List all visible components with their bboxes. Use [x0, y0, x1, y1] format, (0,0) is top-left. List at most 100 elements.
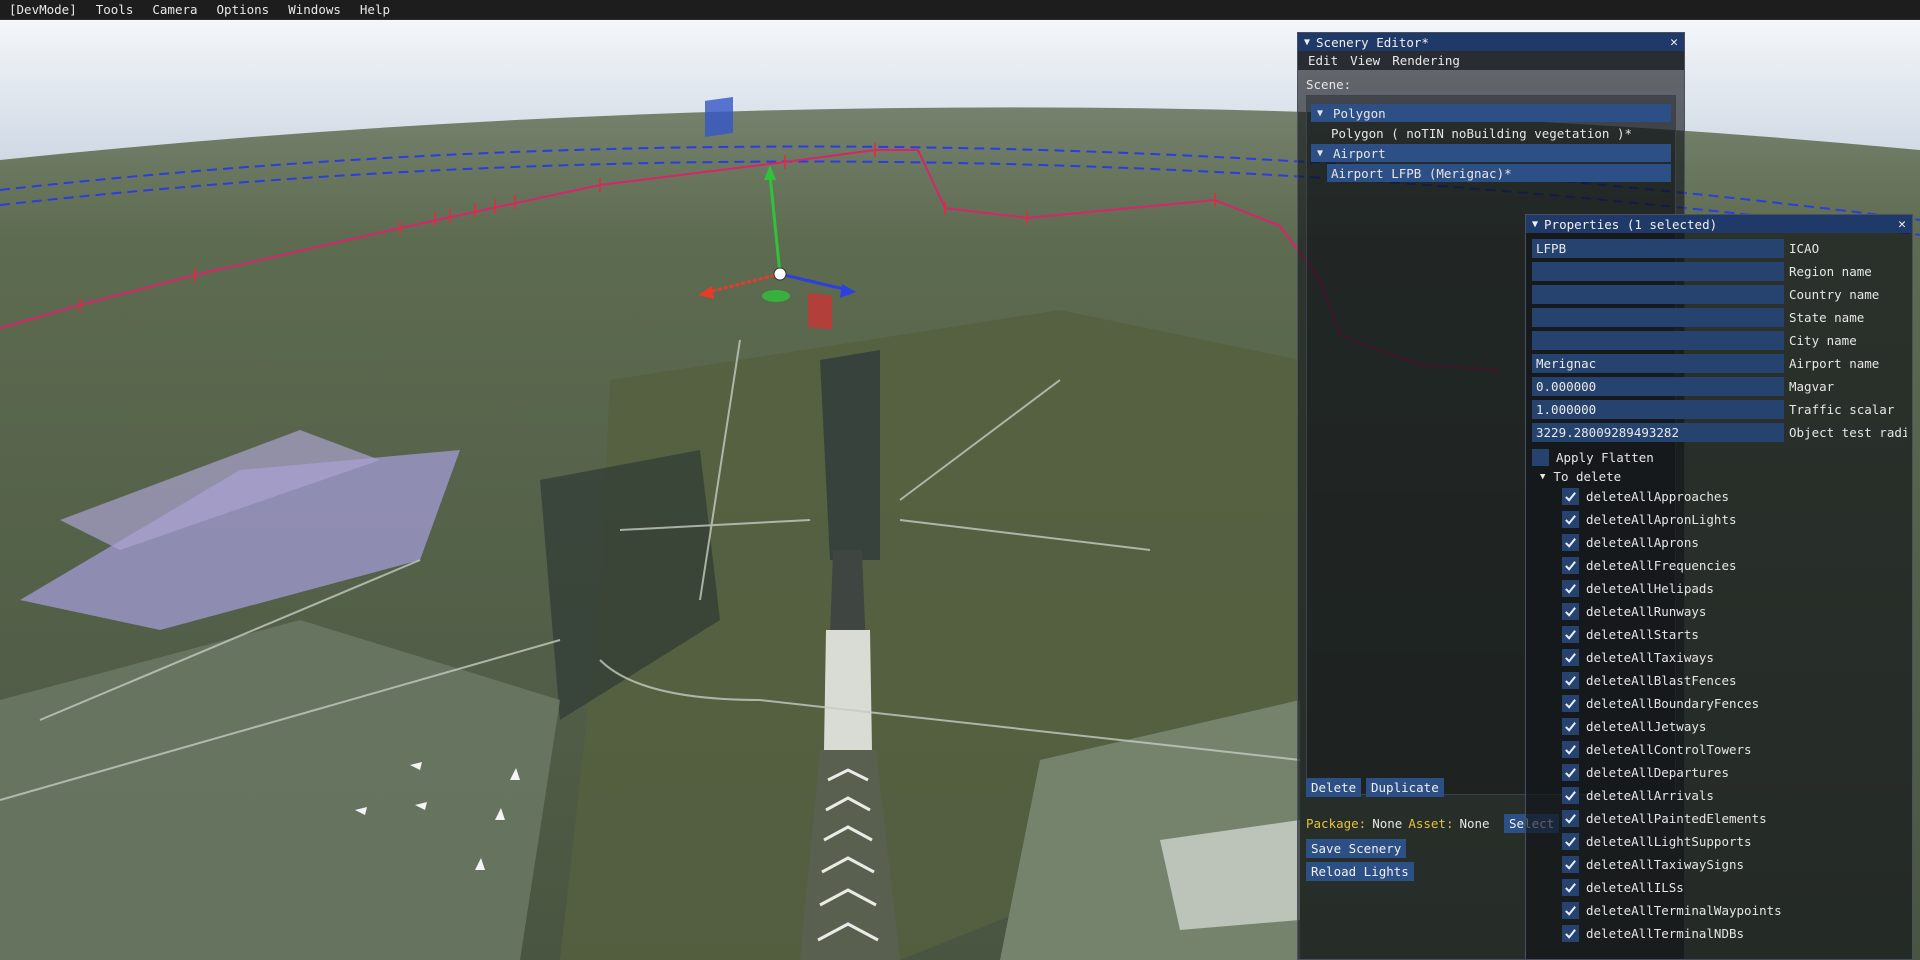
checkmark-icon: [1564, 490, 1577, 503]
checkmark-icon: [1564, 513, 1577, 526]
delete-option-row[interactable]: deleteAllRunways: [1562, 602, 1902, 621]
delete-option-label: deleteAllTerminalNDBs: [1586, 926, 1745, 941]
delete-option-row[interactable]: deleteAllHelipads: [1562, 579, 1902, 598]
delete-option-checkbox[interactable]: [1562, 488, 1579, 505]
property-input[interactable]: 3229.28009289493282: [1532, 423, 1784, 442]
property-input[interactable]: 0.000000: [1532, 377, 1784, 396]
property-input[interactable]: 1.000000: [1532, 400, 1784, 419]
delete-option-checkbox[interactable]: [1562, 925, 1579, 942]
delete-option-row[interactable]: deleteAllJetways: [1562, 717, 1902, 736]
delete-option-checkbox[interactable]: [1562, 764, 1579, 781]
delete-option-row[interactable]: deleteAllLightSupports: [1562, 832, 1902, 851]
menu-camera[interactable]: Camera: [143, 0, 207, 19]
delete-option-checkbox[interactable]: [1562, 902, 1579, 919]
property-input[interactable]: LFPB: [1532, 239, 1784, 258]
menu-help[interactable]: Help: [351, 0, 400, 19]
delete-option-row[interactable]: deleteAllBoundaryFences: [1562, 694, 1902, 713]
delete-option-row[interactable]: deleteAllTerminalWaypoints: [1562, 901, 1902, 920]
menu-edit[interactable]: Edit: [1302, 53, 1344, 68]
collapse-triangle-icon[interactable]: ▼: [1532, 219, 1538, 230]
property-label: Magvar: [1789, 379, 1835, 394]
delete-button[interactable]: Delete: [1306, 778, 1362, 797]
checkmark-icon: [1564, 536, 1577, 549]
delete-option-checkbox[interactable]: [1562, 580, 1579, 597]
menu-windows[interactable]: Windows: [279, 0, 351, 19]
scene-label: Scene:: [1306, 77, 1352, 92]
delete-option-checkbox[interactable]: [1562, 626, 1579, 643]
property-input[interactable]: [1532, 262, 1784, 281]
property-input[interactable]: [1532, 331, 1784, 350]
properties-title: Properties (1 selected): [1544, 216, 1718, 232]
tree-item-airport[interactable]: Airport LFPB (Merignac)*: [1327, 164, 1671, 182]
delete-option-checkbox[interactable]: [1562, 603, 1579, 620]
delete-option-checkbox[interactable]: [1562, 511, 1579, 528]
duplicate-button[interactable]: Duplicate: [1366, 778, 1444, 797]
delete-option-checkbox[interactable]: [1562, 833, 1579, 850]
checkmark-icon: [1564, 881, 1577, 894]
tree-header-polygon[interactable]: ▼ Polygon: [1311, 104, 1671, 122]
checkmark-icon: [1564, 651, 1577, 664]
delete-option-checkbox[interactable]: [1562, 856, 1579, 873]
main-menubar: [DevMode] Tools Camera Options Windows H…: [0, 0, 1920, 20]
delete-option-label: deleteAllDepartures: [1586, 765, 1729, 780]
property-input[interactable]: Merignac: [1532, 354, 1784, 373]
menu-view[interactable]: View: [1344, 53, 1386, 68]
property-row: 1.000000 Traffic scalar: [1532, 400, 1908, 419]
save-scenery-button[interactable]: Save Scenery: [1306, 839, 1407, 858]
checkmark-icon: [1564, 927, 1577, 940]
delete-option-row[interactable]: deleteAllILSs: [1562, 878, 1902, 897]
property-input[interactable]: [1532, 308, 1784, 327]
delete-option-row[interactable]: deleteAllControlTowers: [1562, 740, 1902, 759]
scenery-editor-menubar: Edit View Rendering: [1298, 51, 1684, 70]
property-row: LFPB ICAO: [1532, 239, 1908, 258]
property-row: City name: [1532, 331, 1908, 350]
close-icon[interactable]: ✕: [1670, 35, 1678, 50]
checkmark-icon: [1564, 743, 1577, 756]
checkmark-icon: [1564, 605, 1577, 618]
tree-item-polygon[interactable]: Polygon ( noTIN noBuilding vegetation )*: [1327, 124, 1632, 142]
delete-option-checkbox[interactable]: [1562, 810, 1579, 827]
menu-rendering[interactable]: Rendering: [1386, 53, 1466, 68]
delete-option-row[interactable]: deleteAllArrivals: [1562, 786, 1902, 805]
delete-option-row[interactable]: deleteAllStarts: [1562, 625, 1902, 644]
expand-triangle-icon: ▼: [1540, 471, 1546, 482]
scenery-editor-titlebar[interactable]: ▼ Scenery Editor* ✕: [1298, 33, 1684, 51]
apply-flatten-row[interactable]: Apply Flatten: [1532, 448, 1908, 467]
delete-option-row[interactable]: deleteAllPaintedElements: [1562, 809, 1902, 828]
delete-option-row[interactable]: deleteAllDepartures: [1562, 763, 1902, 782]
delete-option-row[interactable]: deleteAllApronLights: [1562, 510, 1902, 529]
delete-option-row[interactable]: deleteAllTerminalNDBs: [1562, 924, 1902, 943]
delete-option-checkbox[interactable]: [1562, 695, 1579, 712]
collapse-triangle-icon[interactable]: ▼: [1304, 37, 1310, 48]
delete-option-checkbox[interactable]: [1562, 649, 1579, 666]
tree-header-label: Airport: [1333, 145, 1386, 161]
checkmark-icon: [1564, 789, 1577, 802]
delete-option-checkbox[interactable]: [1562, 718, 1579, 735]
delete-option-checkbox[interactable]: [1562, 557, 1579, 574]
delete-option-checkbox[interactable]: [1562, 741, 1579, 758]
delete-option-row[interactable]: deleteAllTaxiwaySigns: [1562, 855, 1902, 874]
menu-tools[interactable]: Tools: [87, 0, 144, 19]
delete-option-row[interactable]: deleteAllTaxiways: [1562, 648, 1902, 667]
property-input[interactable]: [1532, 285, 1784, 304]
menu-devmode[interactable]: [DevMode]: [0, 0, 87, 19]
delete-option-checkbox[interactable]: [1562, 879, 1579, 896]
delete-option-checkbox[interactable]: [1562, 534, 1579, 551]
properties-window: ▼ Properties (1 selected) ✕ LFPB ICAO Regi…: [1525, 214, 1913, 960]
properties-titlebar[interactable]: ▼ Properties (1 selected) ✕: [1526, 215, 1912, 233]
delete-option-label: deleteAllPaintedElements: [1586, 811, 1767, 826]
delete-option-checkbox[interactable]: [1562, 672, 1579, 689]
to-delete-header[interactable]: ▼ To delete: [1540, 469, 1621, 484]
property-row: Merignac Airport name: [1532, 354, 1908, 373]
delete-option-row[interactable]: deleteAllAprons: [1562, 533, 1902, 552]
menu-options[interactable]: Options: [208, 0, 280, 19]
property-label: State name: [1789, 310, 1865, 325]
delete-option-checkbox[interactable]: [1562, 787, 1579, 804]
apply-flatten-checkbox[interactable]: [1532, 449, 1549, 466]
close-icon[interactable]: ✕: [1898, 217, 1906, 232]
reload-lights-button[interactable]: Reload Lights: [1306, 862, 1414, 881]
delete-option-row[interactable]: deleteAllFrequencies: [1562, 556, 1902, 575]
delete-option-row[interactable]: deleteAllApproaches: [1562, 487, 1902, 506]
delete-option-row[interactable]: deleteAllBlastFences: [1562, 671, 1902, 690]
tree-header-airport[interactable]: ▼ Airport: [1311, 144, 1671, 162]
